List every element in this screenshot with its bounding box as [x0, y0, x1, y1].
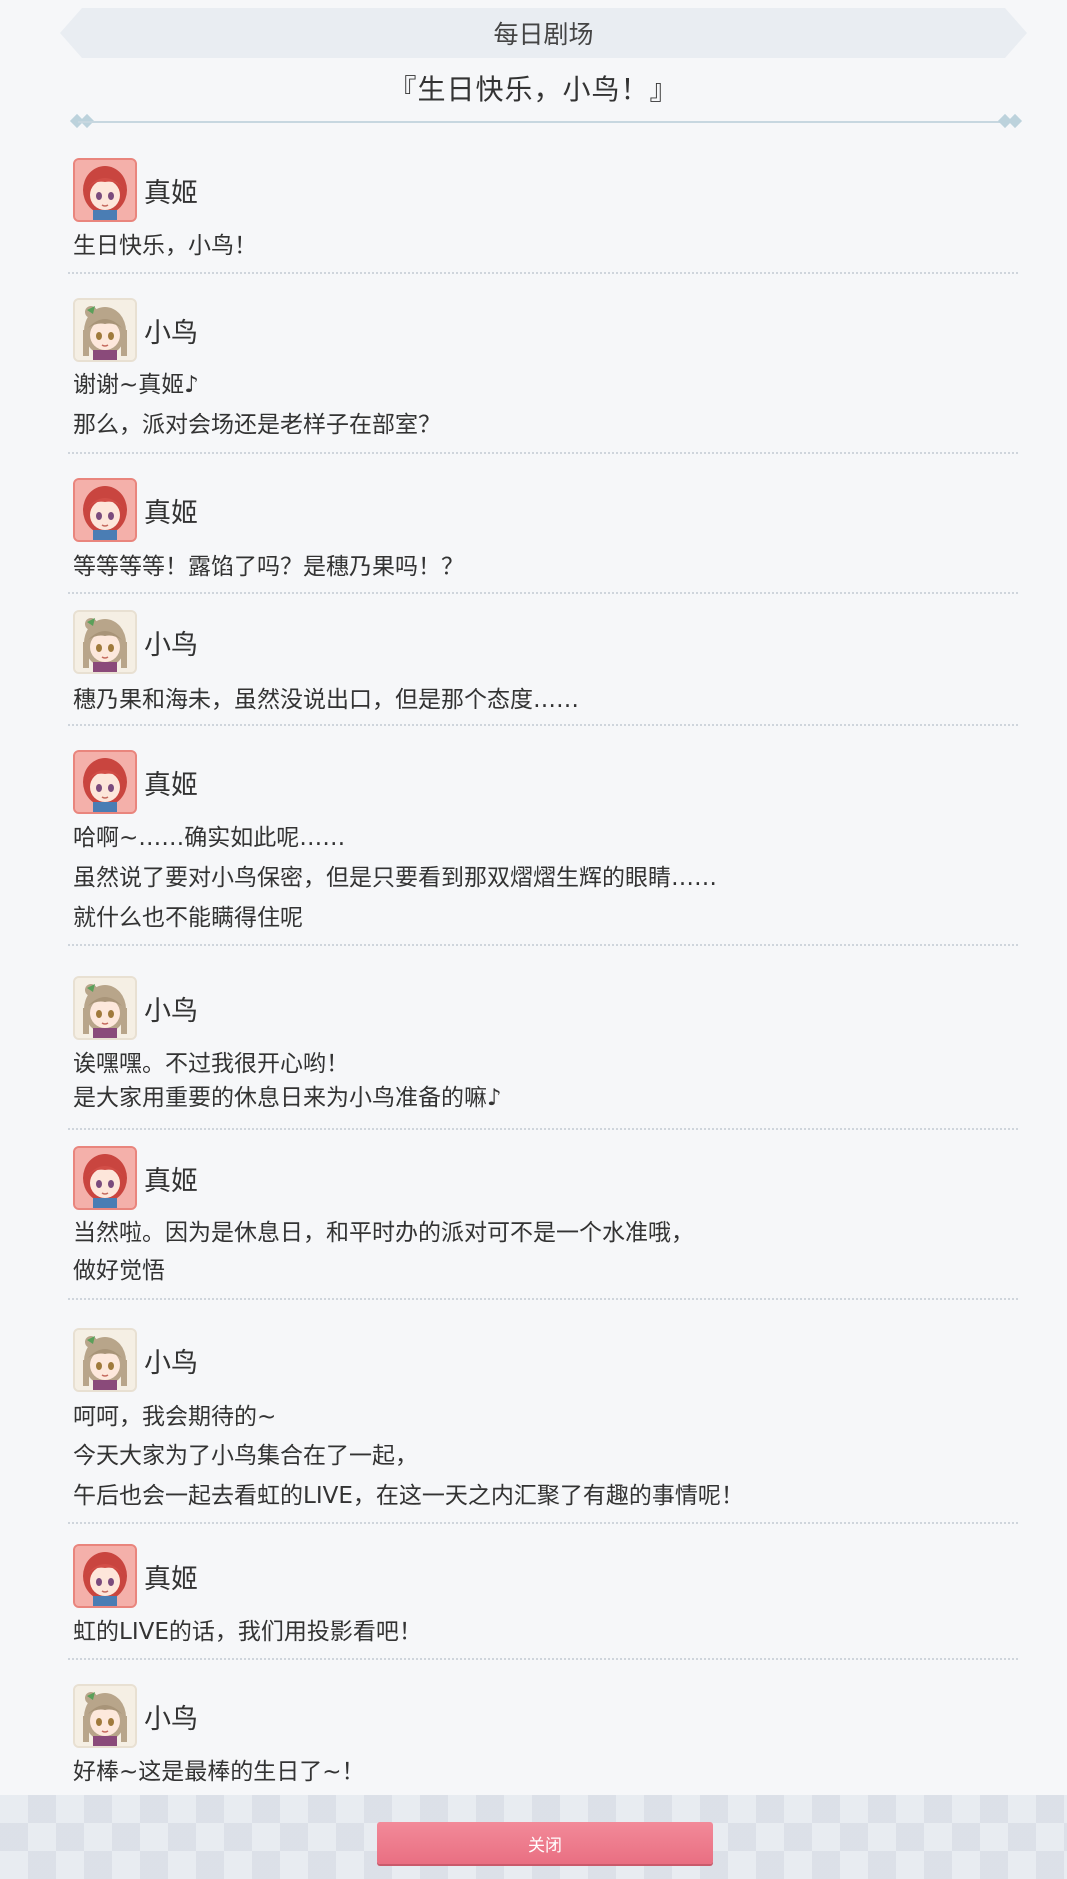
dialogue-line: 午后也会一起去看虹的LIVE，在这一天之内汇聚了有趣的事情呢！ — [73, 1483, 744, 1509]
dialogue-line: 就什么也不能瞒得住呢 — [73, 905, 303, 931]
kotori-avatar — [73, 1328, 137, 1392]
dialogue-line: 当然啦。因为是休息日，和平时办的派对可不是一个水准哦， — [73, 1220, 694, 1246]
maki-avatar — [73, 750, 137, 814]
speaker-row: 真姬 — [73, 158, 198, 222]
dialogue-line: 那么，派对会场还是老样子在部室？ — [73, 412, 441, 438]
dialogue-line: 好棒~这是最棒的生日了~！ — [73, 1759, 365, 1785]
dialogue-line: 是大家用重要的休息日来为小鸟准备的嘛♪ — [73, 1085, 502, 1111]
dialogue-entry: 小鸟 诶嘿嘿。不过我很开心哟！ 是大家用重要的休息日来为小鸟准备的嘛♪ — [68, 972, 1018, 1130]
maki-avatar — [73, 158, 137, 222]
dialogue-entry: 真姬 生日快乐，小鸟！ — [68, 154, 1018, 274]
speaker-name: 真姬 — [144, 769, 198, 801]
maki-avatar — [73, 1146, 137, 1210]
dialogue-line: 谢谢~真姬♪ — [73, 372, 199, 398]
speaker-name: 小鸟 — [144, 1703, 198, 1735]
maki-avatar — [73, 1544, 137, 1608]
maki-avatar — [73, 478, 137, 542]
drama-title: 『生日快乐，小鸟！』 — [388, 73, 679, 106]
speaker-name: 小鸟 — [144, 317, 198, 349]
speaker-name: 小鸟 — [144, 995, 198, 1027]
divider-diamond-right — [1007, 113, 1023, 129]
dialogue-line: 等等等等！露馅了吗？是穗乃果吗！？ — [73, 554, 464, 580]
dialogue-line: 哈啊~……确实如此呢…… — [73, 825, 346, 851]
speaker-name: 小鸟 — [144, 629, 198, 661]
kotori-avatar — [73, 1684, 137, 1748]
header-title: 每日剧场 — [493, 20, 594, 49]
dialogue-entry: 小鸟 穗乃果和海未，虽然没说出口，但是那个态度…… — [68, 606, 1018, 726]
dialogue-line: 虹的LIVE的话，我们用投影看吧！ — [73, 1619, 422, 1645]
header-bar: 每日剧场 — [60, 8, 1027, 58]
dialogue-entry: 小鸟 谢谢~真姬♪ 那么，派对会场还是老样子在部室？ — [68, 294, 1018, 454]
speaker-name: 真姬 — [144, 1563, 198, 1595]
speaker-row: 小鸟 — [73, 610, 198, 674]
dialogue-entry: 真姬 虹的LIVE的话，我们用投影看吧！ — [68, 1540, 1018, 1660]
kotori-avatar — [73, 976, 137, 1040]
dialogue-entry: 真姬 哈啊~……确实如此呢…… 虽然说了要对小鸟保密，但是只要看到那双熠熠生辉的… — [68, 746, 1018, 946]
title-divider — [78, 121, 1010, 123]
dialogue-line: 做好觉悟 — [73, 1258, 165, 1284]
dialogue-entry: 小鸟 好棒~这是最棒的生日了~！ — [68, 1680, 1018, 1800]
speaker-name: 真姬 — [144, 1165, 198, 1197]
speaker-row: 真姬 — [73, 750, 198, 814]
speaker-row: 小鸟 — [73, 1684, 198, 1748]
speaker-row: 真姬 — [73, 1146, 198, 1210]
speaker-name: 真姬 — [144, 177, 198, 209]
speaker-name: 真姬 — [144, 497, 198, 529]
dialogue-line: 穗乃果和海未，虽然没说出口，但是那个态度…… — [73, 687, 579, 713]
close-button[interactable]: 关闭 — [377, 1822, 713, 1864]
dialogue-line: 虽然说了要对小鸟保密，但是只要看到那双熠熠生辉的眼睛…… — [73, 865, 717, 891]
dialogue-line: 生日快乐，小鸟！ — [73, 233, 257, 259]
dialogue-entry: 真姬 当然啦。因为是休息日，和平时办的派对可不是一个水准哦， 做好觉悟 — [68, 1142, 1018, 1300]
daily-theater-panel: 每日剧场 『生日快乐，小鸟！』 真姬 生日快乐，小鸟！ 小鸟 谢谢~真姬♪ 那么… — [0, 0, 1067, 1879]
dialogue-line: 诶嘿嘿。不过我很开心哟！ — [73, 1051, 349, 1077]
kotori-avatar — [73, 610, 137, 674]
dialogue-line: 呵呵，我会期待的~ — [73, 1404, 277, 1430]
speaker-row: 小鸟 — [73, 1328, 198, 1392]
speaker-row: 真姬 — [73, 1544, 198, 1608]
kotori-avatar — [73, 298, 137, 362]
dialogue-entry: 小鸟 呵呵，我会期待的~ 今天大家为了小鸟集合在了一起， 午后也会一起去看虹的L… — [68, 1324, 1018, 1524]
speaker-row: 真姬 — [73, 478, 198, 542]
speaker-row: 小鸟 — [73, 298, 198, 362]
speaker-row: 小鸟 — [73, 976, 198, 1040]
dialogue-line: 今天大家为了小鸟集合在了一起， — [73, 1443, 418, 1469]
dialogue-entry: 真姬 等等等等！露馅了吗？是穗乃果吗！？ — [68, 474, 1018, 594]
speaker-name: 小鸟 — [144, 1347, 198, 1379]
